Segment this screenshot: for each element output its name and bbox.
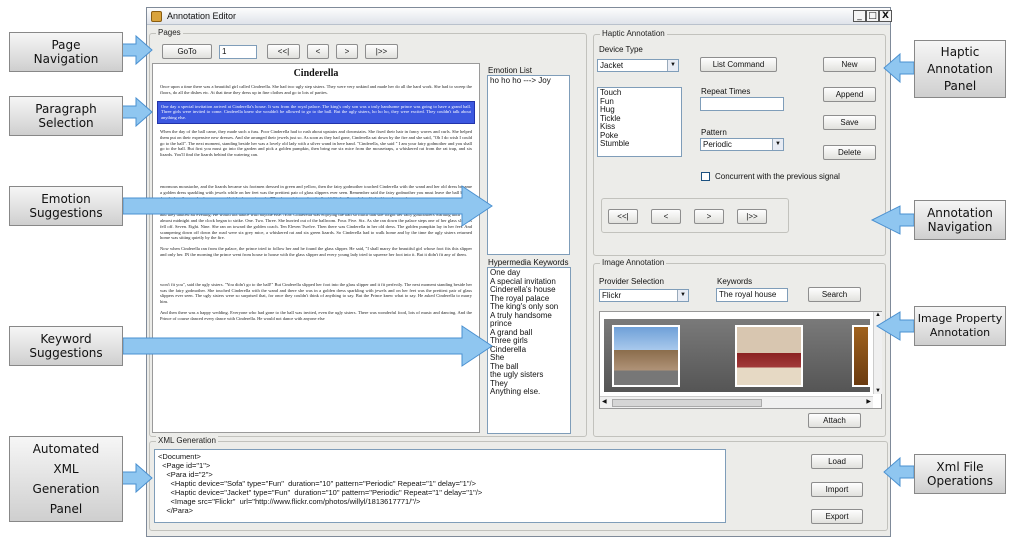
callout-haptic-panel: Haptic Annotation Panel (914, 40, 1006, 98)
arrow-xml-operations (883, 456, 915, 488)
callout-keyword-suggestions: Keyword Suggestions (9, 326, 123, 366)
arrow-paragraph-selection (121, 96, 153, 128)
arrow-haptic-panel (883, 52, 915, 84)
arrow-page-navigation (121, 34, 153, 66)
callout-paragraph-selection: Paragraph Selection (9, 96, 123, 136)
callout-xml-operations: Xml File Operations (914, 454, 1006, 494)
arrow-automated-xml (121, 462, 153, 494)
callout-page-navigation: Page Navigation (9, 32, 123, 72)
arrow-annotation-navigation (870, 205, 915, 235)
callout-annotation-navigation: Annotation Navigation (914, 200, 1006, 240)
arrow-image-property (876, 311, 915, 341)
callout-image-property: Image Property Annotation (914, 306, 1006, 346)
arrow-emotion-suggestions (122, 185, 493, 227)
callout-automated-xml: Automated XML Generation Panel (9, 436, 123, 522)
arrow-keyword-suggestions (122, 325, 493, 367)
callout-arrows (121, 34, 915, 494)
callout-emotion-suggestions: Emotion Suggestions (9, 186, 123, 226)
